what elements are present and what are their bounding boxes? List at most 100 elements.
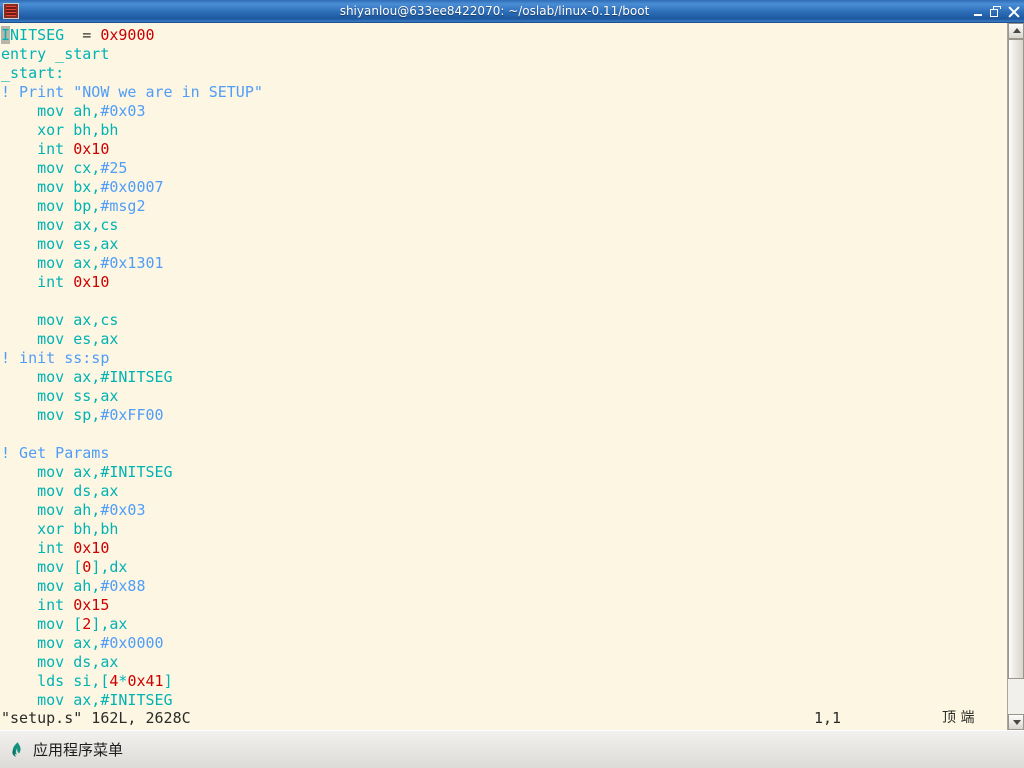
code-token: mov bx, xyxy=(1,178,101,196)
status-scroll-percent: 顶 端 xyxy=(942,710,975,726)
code-token: #0x0000 xyxy=(100,634,164,652)
editor-line: mov ax,#INITSEG xyxy=(1,463,263,482)
editor-line: mov [0],dx xyxy=(1,558,263,577)
code-token: ! init ss:sp xyxy=(1,349,110,367)
code-token: 0x41 xyxy=(127,672,164,690)
editor-line: mov sp,#0xFF00 xyxy=(1,406,263,425)
text-cursor: I xyxy=(1,26,11,44)
editor-line: INITSEG = 0x9000 xyxy=(1,26,263,45)
chevron-down-icon xyxy=(1013,720,1021,725)
minimize-button[interactable] xyxy=(973,7,983,17)
code-token: int xyxy=(1,539,74,557)
editor-line: xor bh,bh xyxy=(1,121,263,140)
vertical-scrollbar[interactable] xyxy=(1007,23,1024,730)
scrollbar-thumb[interactable] xyxy=(1008,39,1024,679)
code-token: mov [ xyxy=(1,615,83,633)
close-button[interactable] xyxy=(1008,6,1020,18)
code-token: mov ds,ax xyxy=(1,653,119,671)
scroll-up-arrow[interactable] xyxy=(1008,23,1024,39)
restore-button[interactable] xyxy=(990,6,1001,17)
scroll-down-arrow[interactable] xyxy=(1008,714,1024,730)
terminal-viewport[interactable]: INITSEG = 0x9000 entry _start _start:! Pri… xyxy=(0,23,1007,730)
editor-line: mov ax,#0x0000 xyxy=(1,634,263,653)
editor-line: mov es,ax xyxy=(1,235,263,254)
editor-line: int 0x10 xyxy=(1,140,263,159)
editor-line: mov ax,cs xyxy=(1,216,263,235)
code-token: #0x03 xyxy=(100,102,146,120)
code-token: ],dx xyxy=(91,558,128,576)
app-menu-icon xyxy=(8,741,26,759)
editor-line: mov ah,#0x88 xyxy=(1,577,263,596)
editor-line: ! Get Params xyxy=(1,444,263,463)
code-token: mov [ xyxy=(1,558,83,576)
code-token: 0x15 xyxy=(73,596,110,614)
code-token: 2 xyxy=(82,615,92,633)
editor-line: xor bh,bh xyxy=(1,520,263,539)
editor-line: lds si,[4*0x41] xyxy=(1,672,263,691)
window-title: shiyanlou@633ee8422070: ~/oslab/linux-0.… xyxy=(339,4,650,18)
scrollbar-track[interactable] xyxy=(1008,39,1024,714)
code-token: int xyxy=(1,273,74,291)
code-token: mov es,ax xyxy=(1,330,119,348)
code-token: mov ah, xyxy=(1,577,101,595)
code-token: _start: xyxy=(1,64,65,82)
code-token: #25 xyxy=(100,159,128,177)
window-titlebar[interactable]: shiyanlou@633ee8422070: ~/oslab/linux-0.… xyxy=(0,0,1024,23)
editor-line: mov ah,#0x03 xyxy=(1,102,263,121)
editor-line: mov ax,#INITSEG xyxy=(1,368,263,387)
vim-status-line: "setup.s" 162L, 2628C 1,1 顶 端 xyxy=(0,707,1007,729)
code-token: mov ds,ax xyxy=(1,482,119,500)
code-token: #0x88 xyxy=(100,577,146,595)
window-controls xyxy=(973,0,1020,23)
editor-line: int 0x15 xyxy=(1,596,263,615)
code-token: 0x10 xyxy=(73,539,110,557)
code-token: 0x9000 xyxy=(100,26,155,44)
code-token: ! Get Params xyxy=(1,444,110,462)
editor-line: mov cx,#25 xyxy=(1,159,263,178)
code-token: #0x0007 xyxy=(100,178,164,196)
code-token: mov ah, xyxy=(1,501,101,519)
editor-line: mov ds,ax xyxy=(1,653,263,672)
code-token: entry _start xyxy=(1,45,110,63)
editor-line: mov ax,cs xyxy=(1,311,263,330)
editor-line: int 0x10 xyxy=(1,539,263,558)
editor-line: mov ah,#0x03 xyxy=(1,501,263,520)
code-token: 0x10 xyxy=(73,140,110,158)
code-token: mov ax, xyxy=(1,634,101,652)
code-token: mov ss,ax xyxy=(1,387,119,405)
desktop: shiyanlou@633ee8422070: ~/oslab/linux-0.… xyxy=(0,0,1024,768)
chevron-up-icon xyxy=(1013,28,1021,33)
code-token: ],ax xyxy=(91,615,128,633)
code-token: mov ax,#INITSEG xyxy=(1,368,173,386)
code-token: 0 xyxy=(82,558,92,576)
taskbar-item-app-menu[interactable]: 应用程序菜单 xyxy=(0,732,131,768)
editor-line: mov ax,#0x1301 xyxy=(1,254,263,273)
editor-line: mov bp,#msg2 xyxy=(1,197,263,216)
editor-line: mov ds,ax xyxy=(1,482,263,501)
editor-line: mov ss,ax xyxy=(1,387,263,406)
code-token: xor bh,bh xyxy=(1,520,119,538)
code-token: lds si,[ xyxy=(1,672,110,690)
editor-line: _start: xyxy=(1,64,263,83)
code-token: mov bp, xyxy=(1,197,101,215)
code-token: mov ax,cs xyxy=(1,216,119,234)
code-token: mov ax, xyxy=(1,254,101,272)
code-token: #0x1301 xyxy=(100,254,164,272)
code-token: ] xyxy=(163,672,173,690)
editor-line: ! init ss:sp xyxy=(1,349,263,368)
code-token: ! Print "NOW we are in SETUP" xyxy=(1,83,263,101)
editor-line: mov [2],ax xyxy=(1,615,263,634)
code-token: 0x10 xyxy=(73,273,110,291)
code-token: #0x03 xyxy=(100,501,146,519)
code-token: int xyxy=(1,140,74,158)
code-token: NITSEG xyxy=(10,26,65,44)
code-token: mov ah, xyxy=(1,102,101,120)
editor-line: entry _start xyxy=(1,45,263,64)
code-token: mov ax,cs xyxy=(1,311,119,329)
editor-line: int 0x10 xyxy=(1,273,263,292)
code-token: xor bh,bh xyxy=(1,121,119,139)
code-token: mov ax,#INITSEG xyxy=(1,463,173,481)
editor-buffer[interactable]: INITSEG = 0x9000 entry _start _start:! Pri… xyxy=(0,23,263,710)
